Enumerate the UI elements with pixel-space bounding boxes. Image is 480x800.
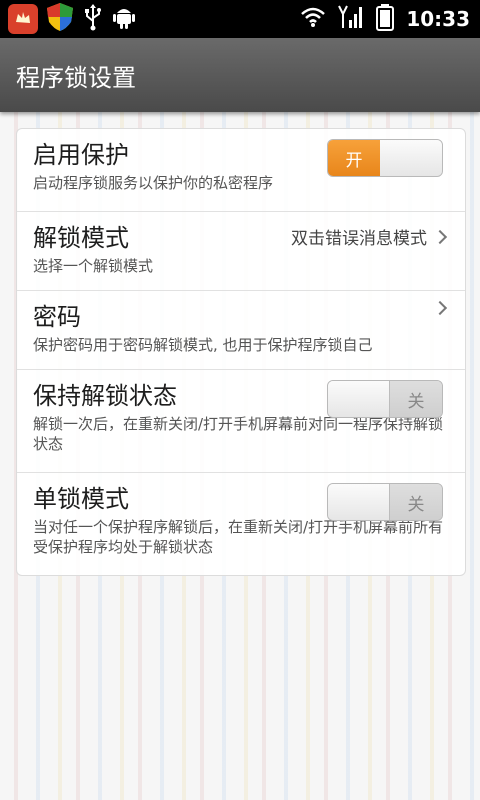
unlock-mode-value-group: 双击错误消息模式 xyxy=(291,224,448,249)
setting-title: 密码 xyxy=(33,303,81,331)
setting-enable-protection[interactable]: 启用保护 启动程序锁服务以保护你的私密程序 开 xyxy=(17,129,465,212)
wifi-icon xyxy=(300,6,326,32)
chevron-right-icon xyxy=(432,229,448,244)
keep-unlocked-toggle[interactable]: 关 xyxy=(327,380,443,418)
unlock-mode-value: 双击错误消息模式 xyxy=(291,229,427,249)
setting-unlock-mode[interactable]: 解锁模式 选择一个解锁模式 双击错误消息模式 xyxy=(17,212,465,291)
chevron-right-icon xyxy=(432,300,448,316)
settings-list: 启用保护 启动程序锁服务以保护你的私密程序 开 解锁模式 选择一个解锁模式 双击… xyxy=(16,128,466,576)
toggle-knob xyxy=(328,484,389,520)
toggle-knob xyxy=(380,140,442,176)
android-icon xyxy=(112,3,136,35)
setting-keep-unlocked[interactable]: 保持解锁状态 解锁一次后，在重新关闭/打开手机屏幕前对同一程序保持解锁状态 关 xyxy=(17,370,465,473)
setting-summary: 当对任一个保护程序解锁后，在重新关闭/打开手机屏幕前所有受保护程序均处于解锁状态 xyxy=(33,518,444,556)
title-bar: 程序锁设置 xyxy=(0,38,480,112)
setting-password[interactable]: 密码 保护密码用于密码解锁模式, 也用于保护程序锁自己 xyxy=(17,291,465,370)
status-bar: 10:33 xyxy=(0,0,480,38)
battery-icon xyxy=(376,3,395,35)
enable-protection-toggle[interactable]: 开 xyxy=(327,139,443,177)
setting-single-lock-mode[interactable]: 单锁模式 当对任一个保护程序解锁后，在重新关闭/打开手机屏幕前所有受保护程序均处… xyxy=(17,473,465,575)
single-lock-mode-toggle[interactable]: 关 xyxy=(327,483,443,521)
toggle-knob xyxy=(328,381,389,417)
setting-summary: 选择一个解锁模式 xyxy=(33,257,154,275)
toggle-off-label: 关 xyxy=(389,381,442,417)
status-clock: 10:33 xyxy=(406,7,470,31)
setting-summary: 解锁一次后，在重新关闭/打开手机屏幕前对同一程序保持解锁状态 xyxy=(33,415,444,453)
usb-icon xyxy=(82,3,104,35)
toggle-on-label: 开 xyxy=(328,140,380,176)
setting-summary: 保护密码用于密码解锁模式, 也用于保护程序锁自己 xyxy=(33,336,373,354)
page-title: 程序锁设置 xyxy=(16,63,136,92)
toggle-off-label: 关 xyxy=(389,484,442,520)
app-badge-icon xyxy=(8,4,38,34)
signal-icon xyxy=(338,4,364,34)
password-chevron-group xyxy=(432,300,448,316)
shield-icon xyxy=(46,2,74,36)
